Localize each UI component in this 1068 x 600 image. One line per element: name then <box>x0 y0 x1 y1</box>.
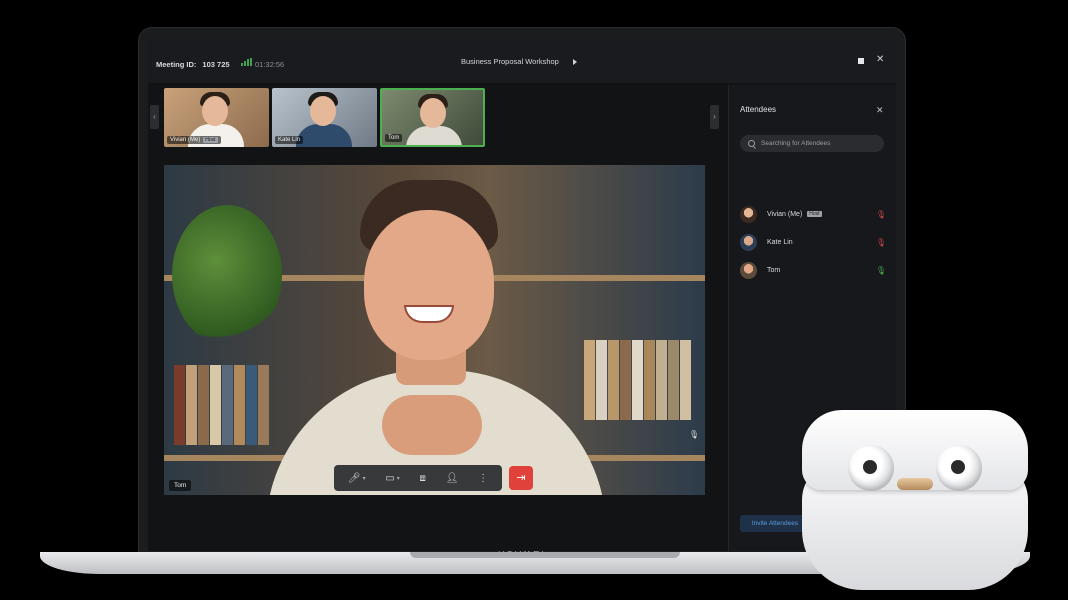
thumbnail-name: Kate Lin <box>278 137 301 143</box>
camera-icon: ▭ <box>385 472 395 484</box>
attendee-row[interactable]: Tom 🎙 <box>740 261 886 279</box>
thumbnail-label: Vivian (Me) Host <box>167 136 221 144</box>
share-screen-button[interactable]: ⧈ <box>420 473 426 484</box>
participant-thumbnail-kate[interactable]: Kate Lin <box>272 88 377 147</box>
meeting-id-value: 103 725 <box>202 60 230 69</box>
microphone-button[interactable]: 🎤︎ ▾ <box>348 473 366 484</box>
plant <box>172 205 282 345</box>
exit-icon: ⇥ <box>516 472 526 484</box>
right-earbud <box>936 445 982 491</box>
thumbnail-label: Tom <box>385 134 403 142</box>
participant-thumbnail-tom[interactable]: Tom <box>380 88 485 147</box>
invite-attendees-button[interactable]: Invite Attendees <box>740 515 810 532</box>
attendee-name: Tom <box>767 266 781 274</box>
thumbnail-face <box>202 96 228 126</box>
books <box>584 340 692 420</box>
attendee-row[interactable]: Kate Lin 🎙 <box>740 233 886 251</box>
attendee-name: Vivian (Me) <box>767 210 803 218</box>
thumbnail-label: Kate Lin <box>275 136 304 144</box>
expand-title-icon[interactable] <box>573 59 577 65</box>
close-window-icon[interactable]: ✕ <box>876 55 884 65</box>
meeting-id-label: Meeting ID: <box>156 60 197 69</box>
main-video: Tom 🎙 <box>164 165 705 495</box>
mic-on-icon[interactable]: 🎙 <box>876 266 886 275</box>
active-speaker-label: Tom <box>169 480 192 491</box>
meeting-title: Business Proposal Workshop <box>461 57 559 66</box>
chevron-down-icon[interactable]: ▾ <box>363 475 366 482</box>
mic-muted-icon[interactable]: 🎙 <box>876 210 886 219</box>
elapsed-time: 01:32:56 <box>255 60 285 69</box>
attendee-row[interactable]: Vivian (Me) Host 🎙 <box>740 205 886 223</box>
participant-thumbnail-vivian[interactable]: Vivian (Me) Host <box>164 88 269 147</box>
left-earbud <box>848 445 894 491</box>
search-icon <box>748 140 755 147</box>
avatar <box>740 205 757 223</box>
close-panel-icon[interactable]: ✕ <box>876 105 884 116</box>
stop-recording-icon[interactable] <box>858 58 864 64</box>
thumbnail-name: Vivian (Me) <box>170 137 201 143</box>
speaker-mic-icon: 🎙 <box>688 430 699 439</box>
books <box>174 365 270 445</box>
case-hinge <box>897 478 933 490</box>
chevron-down-icon[interactable]: ▾ <box>397 475 400 482</box>
attendee-name: Kate Lin <box>767 238 793 246</box>
thumbnail-body <box>296 124 352 147</box>
avatar <box>740 261 757 279</box>
participants-button[interactable]: 👤︎ <box>446 473 459 484</box>
meeting-id: Meeting ID: 103 725 <box>156 60 230 69</box>
attendee-search[interactable] <box>740 135 884 152</box>
search-input[interactable] <box>761 140 871 147</box>
thumbnail-face <box>420 98 446 128</box>
thumbnail-face <box>310 96 336 126</box>
speaker-hands <box>382 395 482 455</box>
strip-next-button[interactable]: › <box>710 105 719 129</box>
leave-meeting-button[interactable]: ⇥ <box>509 466 533 490</box>
thumbnail-name: Tom <box>388 135 400 141</box>
thumbnail-body <box>406 126 462 145</box>
screen-share-icon: ⧈ <box>419 472 426 484</box>
camera-button[interactable]: ▭ ▾ <box>385 473 399 484</box>
host-tag: Host <box>807 211 822 217</box>
more-button[interactable]: ⋮ <box>478 473 488 484</box>
title-bar: Meeting ID: 103 725 01:32:56 Business Pro… <box>148 39 896 83</box>
signal-strength-icon <box>241 58 252 66</box>
microphone-icon: 🎤︎ <box>347 472 361 484</box>
person-icon: 👤︎ <box>445 472 459 484</box>
host-tag: Host <box>203 137 218 143</box>
strip-prev-button[interactable]: ‹ <box>150 105 159 129</box>
panel-title: Attendees <box>740 105 777 114</box>
speaker-face <box>364 210 494 360</box>
meeting-window: Meeting ID: 103 725 01:32:56 Business Pro… <box>148 39 896 551</box>
mic-muted-icon[interactable]: 🎙 <box>876 238 886 247</box>
meeting-controls: 🎤︎ ▾ ▭ ▾ ⧈ 👤︎ ⋮ <box>334 465 502 491</box>
participant-strip: ‹ Vivian (Me) Host Kate Lin Tom › <box>148 85 726 153</box>
avatar <box>740 233 757 251</box>
more-icon: ⋮ <box>478 472 489 484</box>
